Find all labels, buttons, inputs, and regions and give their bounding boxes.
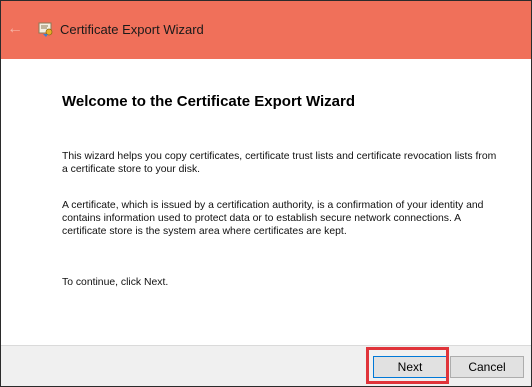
intro-paragraph: This wizard helps you copy certificates,… — [62, 151, 497, 175]
certificate-description-paragraph: A certificate, which is issued by a cert… — [62, 200, 484, 237]
title-bar: ← Certificate Export Wizard — [1, 1, 531, 59]
next-button[interactable]: Next — [373, 356, 447, 378]
wizard-window: ← Certificate Export Wizard Welcome to t… — [0, 0, 532, 387]
back-arrow-icon[interactable]: ← — [5, 19, 25, 39]
page-heading: Welcome to the Certificate Export Wizard — [62, 93, 355, 110]
cancel-button[interactable]: Cancel — [450, 356, 524, 378]
certificate-icon — [38, 22, 53, 37]
wizard-content: Welcome to the Certificate Export Wizard… — [1, 59, 531, 345]
continue-instruction: To continue, click Next. — [62, 277, 169, 288]
window-title: Certificate Export Wizard — [60, 22, 204, 37]
button-bar: Next Cancel — [1, 345, 531, 386]
